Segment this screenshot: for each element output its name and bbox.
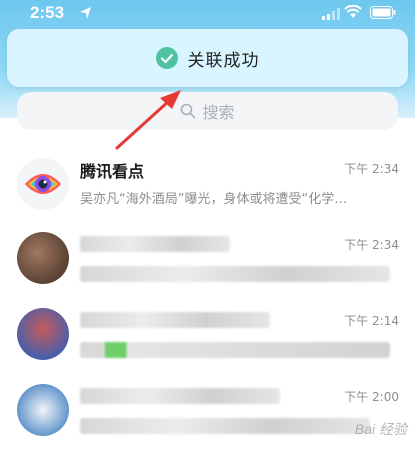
blurred-preview — [80, 418, 370, 434]
search-input[interactable]: 搜索 — [17, 92, 398, 130]
watermark: Bai 经验 — [354, 421, 407, 437]
success-toast: 关联成功 — [7, 29, 408, 87]
location-arrow-icon — [80, 7, 91, 19]
status-bar: 2:53 — [0, 0, 415, 28]
signal-icon — [322, 8, 340, 20]
avatar-kandian — [17, 158, 69, 210]
blurred-title — [80, 388, 280, 404]
avatar — [17, 308, 69, 360]
conversation-time: 下午 2:14 — [344, 314, 399, 328]
status-time: 2:53 — [30, 3, 65, 22]
check-circle-icon — [155, 47, 178, 69]
toast-message: 关联成功 — [187, 50, 260, 71]
blurred-title — [80, 236, 230, 252]
conversation-title: 腾讯看点 — [80, 162, 145, 181]
blurred-preview — [80, 342, 390, 358]
battery-icon — [370, 6, 396, 19]
blurred-title — [80, 312, 270, 328]
search-placeholder: 搜索 — [202, 103, 235, 122]
search-icon — [181, 103, 196, 119]
avatar — [17, 232, 69, 284]
eye-logo-icon — [17, 158, 69, 210]
blurred-preview — [80, 266, 390, 282]
conversation-item[interactable]: 腾讯看点 下午 2:34 吴亦凡“海外酒局”曝光，身体或将遭受“化学… — [0, 150, 415, 226]
wifi-icon — [344, 5, 362, 18]
conversation-time: 下午 2:00 — [344, 390, 399, 404]
conversation-item[interactable]: 下午 2:34 — [0, 226, 415, 302]
conversation-item[interactable]: 下午 2:14 — [0, 302, 415, 378]
avatar — [17, 384, 69, 436]
conversation-preview: 吴亦凡“海外酒局”曝光，身体或将遭受“化学… — [80, 192, 348, 207]
conversation-time: 下午 2:34 — [344, 238, 399, 252]
conversation-time: 下午 2:34 — [344, 162, 399, 176]
